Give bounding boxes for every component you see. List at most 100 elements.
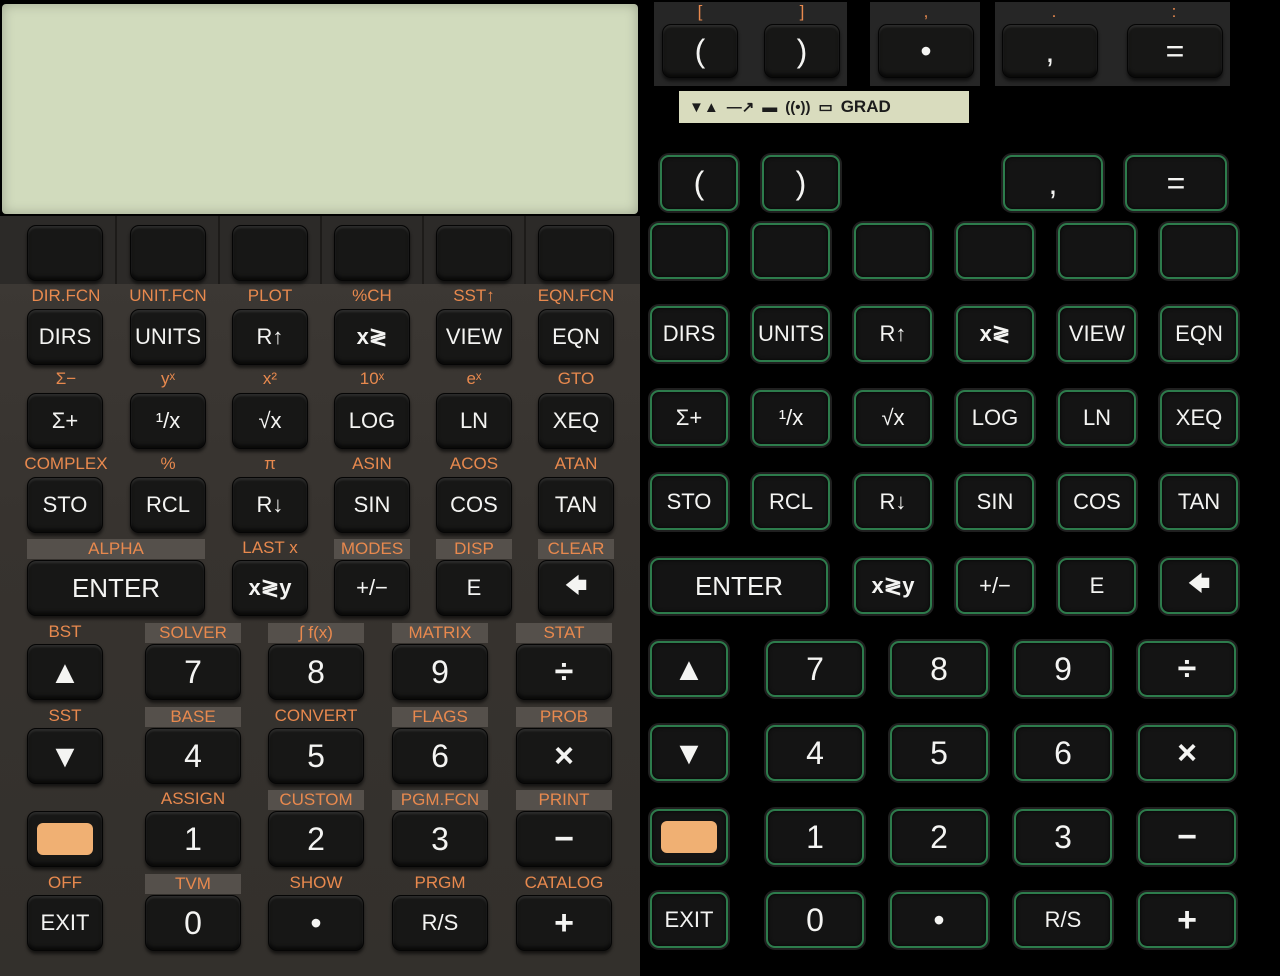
units-key[interactable]: UNITS (130, 309, 206, 365)
ln-key-alt[interactable]: LN (1058, 390, 1136, 446)
dirs-key[interactable]: DIRS (27, 309, 103, 365)
rparen-key-alt[interactable]: ) (762, 155, 840, 211)
rcl-key[interactable]: RCL (130, 477, 206, 533)
tan-key-alt[interactable]: TAN (1160, 474, 1238, 530)
log-key-alt[interactable]: LOG (956, 390, 1034, 446)
down-key[interactable]: ▼ (27, 728, 103, 784)
digit-1-key-alt[interactable]: 1 (766, 809, 864, 865)
exponent-key-alt[interactable]: E (1058, 558, 1136, 614)
xeq-key[interactable]: XEQ (538, 393, 614, 449)
digit-0-key-alt[interactable]: 0 (766, 892, 864, 948)
reciprocal-key-alt[interactable]: ¹/x (752, 390, 830, 446)
digit-3-key-alt[interactable]: 3 (1014, 809, 1112, 865)
softkey-1[interactable] (27, 225, 103, 281)
digit-5-key-alt[interactable]: 5 (890, 725, 988, 781)
dot-key[interactable]: • (878, 24, 974, 78)
softkey-4[interactable] (334, 225, 410, 281)
sto-key-alt[interactable]: STO (650, 474, 728, 530)
ln-key[interactable]: LN (436, 393, 512, 449)
exit-key[interactable]: EXIT (27, 895, 103, 951)
divide-key[interactable]: ÷ (516, 644, 612, 700)
softkey-4-alt[interactable] (956, 223, 1034, 279)
backspace-key[interactable]: 🡄 (538, 560, 614, 616)
cos-key[interactable]: COS (436, 477, 512, 533)
multiply-key[interactable]: × (516, 728, 612, 784)
sigma-plus-key-alt[interactable]: Σ+ (650, 390, 728, 446)
shift-key-alt[interactable] (650, 809, 728, 865)
dirs-key-alt[interactable]: DIRS (650, 306, 728, 362)
exit-key-alt[interactable]: EXIT (650, 892, 728, 948)
digit-9-key-alt[interactable]: 9 (1014, 641, 1112, 697)
reciprocal-key[interactable]: ¹/x (130, 393, 206, 449)
digit-4-key[interactable]: 4 (145, 728, 241, 784)
view-key-alt[interactable]: VIEW (1058, 306, 1136, 362)
digit-5-key[interactable]: 5 (268, 728, 364, 784)
sin-key-alt[interactable]: SIN (956, 474, 1034, 530)
backspace-key-alt[interactable]: 🡄 (1160, 558, 1238, 614)
sto-key[interactable]: STO (27, 477, 103, 533)
divide-key-alt[interactable]: ÷ (1138, 641, 1236, 697)
sin-key[interactable]: SIN (334, 477, 410, 533)
swap-xy-key-alt[interactable]: x≷y (854, 558, 932, 614)
change-sign-key-alt[interactable]: +/− (956, 558, 1034, 614)
digit-2-key[interactable]: 2 (268, 811, 364, 867)
cos-key-alt[interactable]: COS (1058, 474, 1136, 530)
roll-down-key[interactable]: R↓ (232, 477, 308, 533)
enter-key-alt[interactable]: ENTER (650, 558, 828, 614)
rparen-key[interactable]: ) (764, 24, 840, 78)
softkey-3[interactable] (232, 225, 308, 281)
softkey-6-alt[interactable] (1160, 223, 1238, 279)
digit-0-key[interactable]: 0 (145, 895, 241, 951)
softkey-2-alt[interactable] (752, 223, 830, 279)
equals-key-alt[interactable]: = (1125, 155, 1227, 211)
comma-key[interactable]: , (1002, 24, 1098, 78)
up-key-alt[interactable]: ▲ (650, 641, 728, 697)
softkey-3-alt[interactable] (854, 223, 932, 279)
sqrt-key-alt[interactable]: √x (854, 390, 932, 446)
exponent-key[interactable]: E (436, 560, 512, 616)
log-key[interactable]: LOG (334, 393, 410, 449)
softkey-2[interactable] (130, 225, 206, 281)
tan-key[interactable]: TAN (538, 477, 614, 533)
sigma-plus-key[interactable]: Σ+ (27, 393, 103, 449)
change-sign-key[interactable]: +/− (334, 560, 410, 616)
decimal-point-key-alt[interactable]: • (890, 892, 988, 948)
softkey-5-alt[interactable] (1058, 223, 1136, 279)
xeq-key-alt[interactable]: XEQ (1160, 390, 1238, 446)
eqn-key-alt[interactable]: EQN (1160, 306, 1238, 362)
sqrt-key[interactable]: √x (232, 393, 308, 449)
rcl-key-alt[interactable]: RCL (752, 474, 830, 530)
digit-1-key[interactable]: 1 (145, 811, 241, 867)
view-key[interactable]: VIEW (436, 309, 512, 365)
swap-xy-key[interactable]: x≷y (232, 560, 308, 616)
equals-key[interactable]: = (1127, 24, 1223, 78)
digit-8-key[interactable]: 8 (268, 644, 364, 700)
x-compare-key-alt[interactable]: x≷ (956, 306, 1034, 362)
digit-6-key[interactable]: 6 (392, 728, 488, 784)
digit-2-key-alt[interactable]: 2 (890, 809, 988, 865)
roll-down-key-alt[interactable]: R↓ (854, 474, 932, 530)
eqn-key[interactable]: EQN (538, 309, 614, 365)
subtract-key-alt[interactable]: − (1138, 809, 1236, 865)
softkey-5[interactable] (436, 225, 512, 281)
digit-7-key[interactable]: 7 (145, 644, 241, 700)
softkey-1-alt[interactable] (650, 223, 728, 279)
digit-8-key-alt[interactable]: 8 (890, 641, 988, 697)
digit-9-key[interactable]: 9 (392, 644, 488, 700)
digit-7-key-alt[interactable]: 7 (766, 641, 864, 697)
shift-key[interactable] (27, 811, 103, 867)
lparen-key-alt[interactable]: ( (660, 155, 738, 211)
x-compare-key[interactable]: x≷ (334, 309, 410, 365)
multiply-key-alt[interactable]: × (1138, 725, 1236, 781)
add-key[interactable]: + (516, 895, 612, 951)
decimal-point-key[interactable]: • (268, 895, 364, 951)
digit-3-key[interactable]: 3 (392, 811, 488, 867)
lparen-key[interactable]: ( (662, 24, 738, 78)
units-key-alt[interactable]: UNITS (752, 306, 830, 362)
roll-up-key-alt[interactable]: R↑ (854, 306, 932, 362)
run-stop-key[interactable]: R/S (392, 895, 488, 951)
digit-6-key-alt[interactable]: 6 (1014, 725, 1112, 781)
add-key-alt[interactable]: + (1138, 892, 1236, 948)
roll-up-key[interactable]: R↑ (232, 309, 308, 365)
run-stop-key-alt[interactable]: R/S (1014, 892, 1112, 948)
